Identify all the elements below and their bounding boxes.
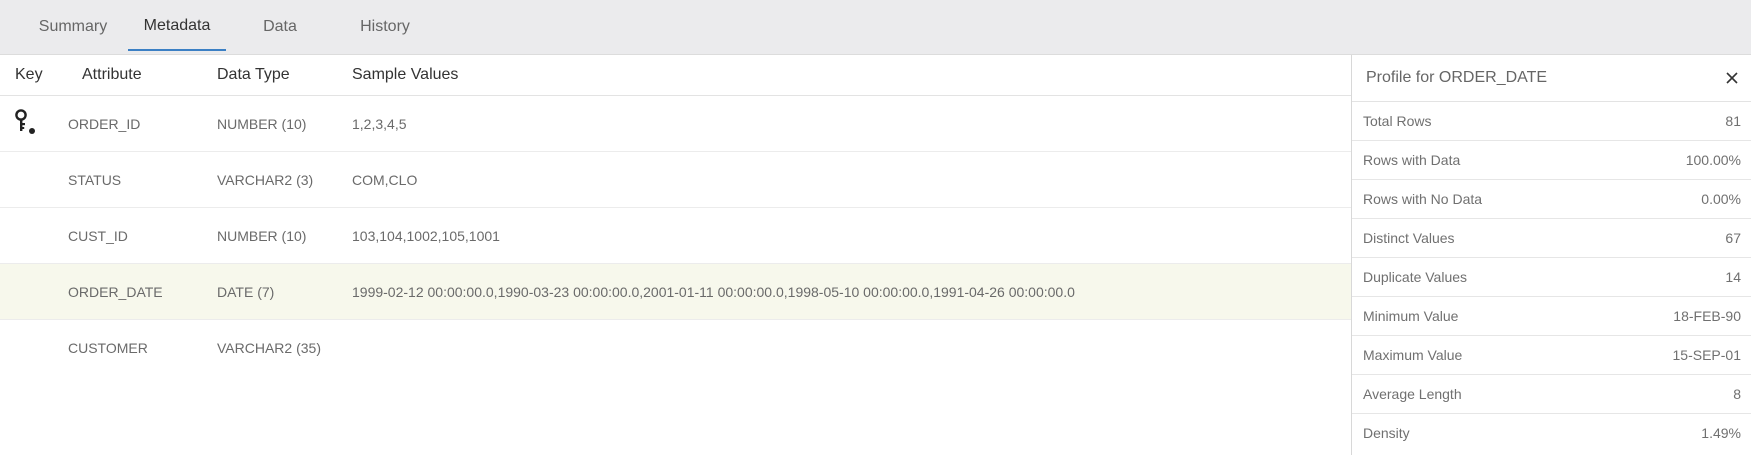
cell-attribute: ORDER_DATE <box>68 284 163 300</box>
profile-value: 8 <box>1733 386 1741 402</box>
profile-row-rows-with-no-data: Rows with No Data 0.00% <box>1352 180 1751 219</box>
profile-row-density: Density 1.49% <box>1352 414 1751 453</box>
close-icon[interactable] <box>1723 69 1741 87</box>
table-row[interactable]: STATUS VARCHAR2 (3) COM,CLO <box>0 152 1351 208</box>
profile-label: Density <box>1363 425 1410 441</box>
profile-row-minimum-value: Minimum Value 18-FEB-90 <box>1352 297 1751 336</box>
tab-bar: Summary Metadata Data History <box>0 0 1751 55</box>
tab-summary[interactable]: Summary <box>36 0 110 49</box>
profile-label: Distinct Values <box>1363 230 1455 246</box>
cell-data-type: VARCHAR2 (35) <box>217 340 321 356</box>
table-row[interactable]: ORDER_ID NUMBER (10) 1,2,3,4,5 <box>0 96 1351 152</box>
profile-label: Rows with Data <box>1363 152 1461 168</box>
profile-row-rows-with-data: Rows with Data 100.00% <box>1352 141 1751 180</box>
profile-value: 1.49% <box>1701 425 1741 441</box>
cell-attribute: CUSTOMER <box>68 340 148 356</box>
profile-row-average-length: Average Length 8 <box>1352 375 1751 414</box>
profile-value: 18-FEB-90 <box>1673 308 1741 324</box>
cell-sample-values: 1,2,3,4,5 <box>352 116 407 132</box>
tab-data[interactable]: Data <box>258 0 302 49</box>
profile-label: Average Length <box>1363 386 1462 402</box>
table-row-selected[interactable]: ORDER_DATE DATE (7) 1999-02-12 00:00:00.… <box>0 264 1351 320</box>
profile-row-maximum-value: Maximum Value 15-SEP-01 <box>1352 336 1751 375</box>
cell-data-type: NUMBER (10) <box>217 116 307 132</box>
tab-history[interactable]: History <box>356 0 414 49</box>
cell-sample-values: 1999-02-12 00:00:00.0,1990-03-23 00:00:0… <box>352 284 1075 300</box>
profile-value: 15-SEP-01 <box>1672 347 1741 363</box>
profile-value: 100.00% <box>1685 152 1741 168</box>
profile-row-duplicate-values: Duplicate Values 14 <box>1352 258 1751 297</box>
profile-title: Profile for ORDER_DATE <box>1366 69 1548 86</box>
cell-attribute: STATUS <box>68 172 122 188</box>
profile-row-distinct-values: Distinct Values 67 <box>1352 219 1751 258</box>
tab-metadata[interactable]: Metadata <box>128 0 226 51</box>
cell-attribute: CUST_ID <box>68 228 128 244</box>
profile-value: 14 <box>1725 269 1741 285</box>
header-attribute[interactable]: Attribute <box>82 55 142 95</box>
header-sample-values[interactable]: Sample Values <box>352 55 458 95</box>
table-row[interactable]: CUSTOMER VARCHAR2 (35) <box>0 320 1351 376</box>
profile-label: Maximum Value <box>1363 347 1463 363</box>
profile-label: Duplicate Values <box>1363 269 1468 285</box>
profile-value: 0.00% <box>1701 191 1741 207</box>
cell-data-type: DATE (7) <box>217 284 275 300</box>
cell-sample-values: 103,104,1002,105,1001 <box>352 228 500 244</box>
profile-value: 67 <box>1725 230 1741 246</box>
cell-attribute: ORDER_ID <box>68 116 141 132</box>
header-key: Key <box>15 66 43 83</box>
header-data-type[interactable]: Data Type <box>217 55 290 95</box>
profile-label: Rows with No Data <box>1363 191 1483 207</box>
profile-label: Total Rows <box>1363 113 1432 129</box>
profile-header: Profile for ORDER_DATE <box>1352 55 1751 102</box>
metadata-table: Key Attribute Data Type Sample Values OR… <box>0 55 1351 455</box>
key-icon <box>15 109 35 134</box>
table-header: Key Attribute Data Type Sample Values <box>0 55 1351 96</box>
cell-data-type: NUMBER (10) <box>217 228 307 244</box>
cell-sample-values: COM,CLO <box>352 172 418 188</box>
profile-panel: Profile for ORDER_DATE Total Rows 81 Row… <box>1351 55 1751 455</box>
profile-label: Minimum Value <box>1363 308 1459 324</box>
profile-row-total-rows: Total Rows 81 <box>1352 102 1751 141</box>
profile-value: 81 <box>1725 113 1741 129</box>
cell-data-type: VARCHAR2 (3) <box>217 172 314 188</box>
table-row[interactable]: CUST_ID NUMBER (10) 103,104,1002,105,100… <box>0 208 1351 264</box>
